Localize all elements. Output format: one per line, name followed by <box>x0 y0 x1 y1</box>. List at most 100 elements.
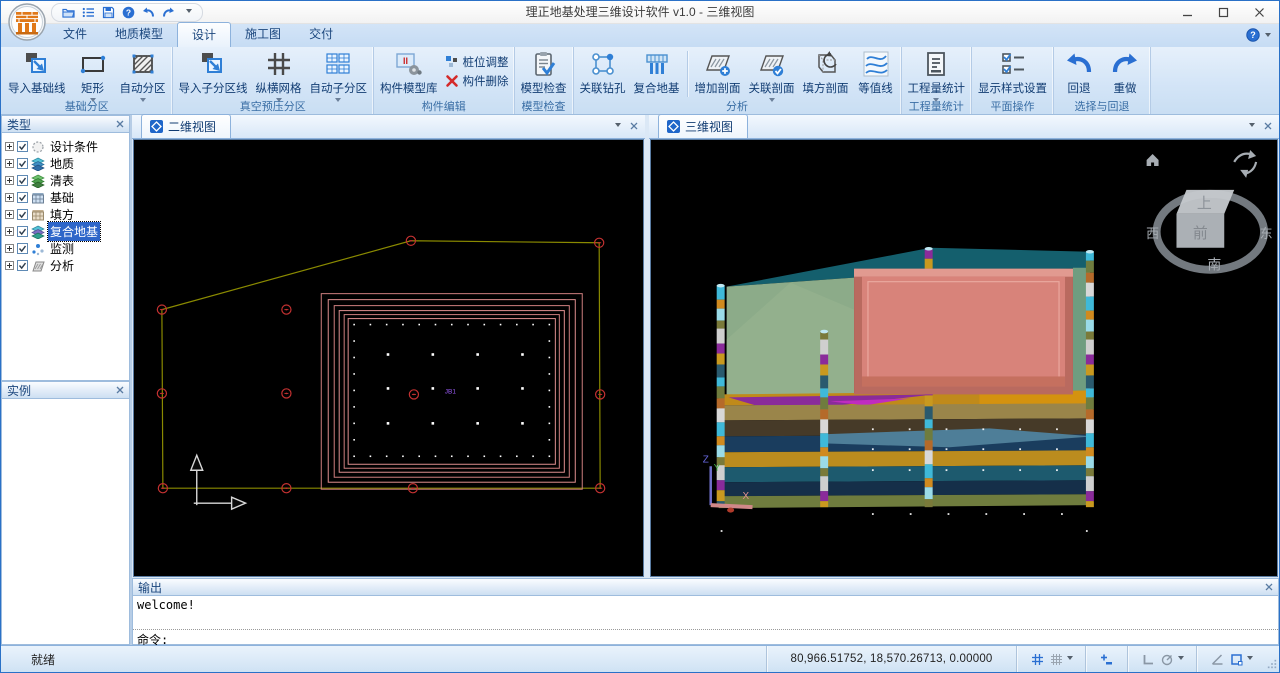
ribbon-button-1-1[interactable]: 纵横网格 <box>252 48 306 100</box>
checkbox-icon[interactable] <box>17 175 28 186</box>
link-section-icon <box>758 50 786 78</box>
composite-layers-icon <box>31 225 45 239</box>
expander-icon[interactable] <box>5 159 14 168</box>
checkbox-icon[interactable] <box>17 192 28 203</box>
tree-item-0[interactable]: 设计条件 <box>5 138 128 155</box>
viewport-3d-dropdown-icon[interactable] <box>1249 123 1255 130</box>
zone-label: JB1 <box>445 388 457 395</box>
rect-select-icon[interactable] <box>1228 652 1245 667</box>
ribbon-button-6-0[interactable]: 显示样式设置 <box>974 48 1051 100</box>
ribbon-button-2-0[interactable]: II构件模型库 <box>376 48 442 100</box>
expander-icon[interactable] <box>5 227 14 236</box>
ribbon-button-4-0[interactable]: 关联钻孔 <box>576 48 630 100</box>
menu-tab-row: 文件地质模型设计施工图交付 ? <box>1 24 1279 47</box>
viewcube-rotate-icon[interactable] <box>1234 150 1256 178</box>
expander-icon[interactable] <box>5 244 14 253</box>
ribbon-button-5-0[interactable]: 工程量统计 <box>904 48 970 100</box>
expander-icon[interactable] <box>5 142 14 151</box>
svg-text:II: II <box>403 56 408 66</box>
expander-icon[interactable] <box>5 193 14 202</box>
canvas-2d[interactable]: JB1 <box>133 139 644 577</box>
ribbon-button-2-2[interactable]: 构件删除 <box>445 73 509 89</box>
expander-icon[interactable] <box>5 261 14 270</box>
monitor-dots-icon <box>31 242 45 256</box>
polar-options-dropdown-icon[interactable] <box>1178 656 1184 663</box>
ortho-icon[interactable] <box>1140 652 1157 667</box>
ribbon-button-4-2[interactable]: 增加剖面 <box>691 48 745 100</box>
output-panel-close-icon[interactable] <box>1265 583 1273 591</box>
tree-item-5[interactable]: 复合地基 <box>5 223 128 240</box>
tree-item-2[interactable]: 清表 <box>5 172 128 189</box>
svg-text:Y: Y <box>714 463 721 474</box>
output-panel-header: 输出 <box>132 578 1279 596</box>
viewport-2d-close-icon[interactable] <box>630 122 638 130</box>
menu-tab-2[interactable]: 设计 <box>177 22 231 47</box>
menu-tab-4[interactable]: 交付 <box>295 22 347 47</box>
checkbox-icon[interactable] <box>17 260 28 271</box>
grid-display-icon[interactable] <box>1048 652 1065 667</box>
expander-icon[interactable] <box>5 176 14 185</box>
ribbon-button-0-0[interactable]: 导入基础线 <box>4 48 70 100</box>
ribbon-button-7-1[interactable]: 重做 <box>1102 48 1148 100</box>
instance-panel-close-icon[interactable] <box>116 386 124 394</box>
tree-item-3[interactable]: 基础 <box>5 189 128 206</box>
menu-tab-0[interactable]: 文件 <box>49 22 101 47</box>
borehole-markers <box>157 236 604 493</box>
expander-icon[interactable] <box>5 210 14 219</box>
ribbon-button-4-3[interactable]: 关联剖面 <box>745 48 799 100</box>
maximize-button[interactable] <box>1205 1 1241 23</box>
auto-partition-icon <box>129 50 157 78</box>
checkbox-icon[interactable] <box>17 226 28 237</box>
tree-item-6[interactable]: 监测 <box>5 240 128 257</box>
canvas-3d[interactable]: Z Y X 上 前 西 <box>650 139 1278 577</box>
ribbon-button-1-0[interactable]: 导入子分区线 <box>175 48 252 100</box>
tab-3d-view[interactable]: 三维视图 <box>658 114 748 138</box>
ribbon-group-4: 关联钻孔复合地基增加剖面关联剖面填方剖面等值线分析 <box>574 47 902 114</box>
ribbon-group-label-2: 构件编辑 <box>376 100 512 114</box>
ribbon-button-0-2[interactable]: 自动分区 <box>116 48 170 100</box>
status-bar: 就绪 80,966.51752, 18,570.26713, 0.00000 <box>1 645 1279 672</box>
checkbox-icon[interactable] <box>17 158 28 169</box>
checkbox-icon[interactable] <box>17 141 28 152</box>
point-snap-icon[interactable] <box>1098 652 1115 667</box>
tree-item-4[interactable]: 填方 <box>5 206 128 223</box>
checkbox-icon[interactable] <box>17 209 28 220</box>
polar-icon[interactable] <box>1159 652 1176 667</box>
tree-item-7[interactable]: 分析 <box>5 257 128 274</box>
ribbon-button-4-4[interactable]: 填方剖面 <box>799 48 853 100</box>
help-icon[interactable]: ? <box>1246 28 1260 45</box>
viewport-3d: 三维视图 <box>649 115 1279 578</box>
ribbon-button-4-1[interactable]: 复合地基 <box>630 48 684 100</box>
fill-section-icon <box>812 50 840 78</box>
ribbon-button-0-1[interactable]: 矩形 <box>70 48 116 100</box>
tab-2d-view[interactable]: 二维视图 <box>141 114 231 138</box>
coordinates-readout: 80,966.51752, 18,570.26713, 0.00000 <box>766 646 1016 672</box>
type-panel-close-icon[interactable] <box>116 120 124 128</box>
close-button[interactable] <box>1241 1 1277 23</box>
ribbon-button-1-2[interactable]: 自动子分区 <box>306 48 372 100</box>
ribbon-button-3-0[interactable]: 模型检查 <box>517 48 571 100</box>
select-options-dropdown-icon[interactable] <box>1247 656 1253 663</box>
menu-tab-1[interactable]: 地质模型 <box>101 22 177 47</box>
ribbon-button-4-5[interactable]: 等值线 <box>853 48 899 100</box>
angle-measure-icon[interactable] <box>1209 652 1226 667</box>
resize-grip[interactable] <box>1265 646 1279 672</box>
instance-panel-body[interactable] <box>1 399 130 645</box>
viewport-2d-dropdown-icon[interactable] <box>615 123 621 130</box>
ribbon-options-dropdown-icon[interactable] <box>1265 33 1271 40</box>
menu-tab-3[interactable]: 施工图 <box>231 22 295 47</box>
grid-snap-icon[interactable] <box>1029 652 1046 667</box>
app-logo-icon[interactable] <box>8 3 46 41</box>
minimize-button[interactable] <box>1169 1 1205 23</box>
viewport-3d-close-icon[interactable] <box>1264 122 1272 130</box>
command-prompt[interactable]: 命令: <box>133 629 1278 644</box>
grid-options-dropdown-icon[interactable] <box>1067 656 1073 663</box>
tree-item-1[interactable]: 地质 <box>5 155 128 172</box>
ribbon-button-2-1[interactable]: 桩位调整 <box>445 54 509 70</box>
checkbox-icon[interactable] <box>17 243 28 254</box>
ribbon-button-7-0[interactable]: 回退 <box>1056 48 1102 100</box>
viewcube-home-icon[interactable] <box>1147 154 1159 166</box>
type-tree: 设计条件地质清表基础填方复合地基监测分析 <box>1 133 130 381</box>
view-cube[interactable]: 上 前 西 东 南 <box>1146 150 1272 273</box>
grid-hash-icon <box>265 50 293 78</box>
